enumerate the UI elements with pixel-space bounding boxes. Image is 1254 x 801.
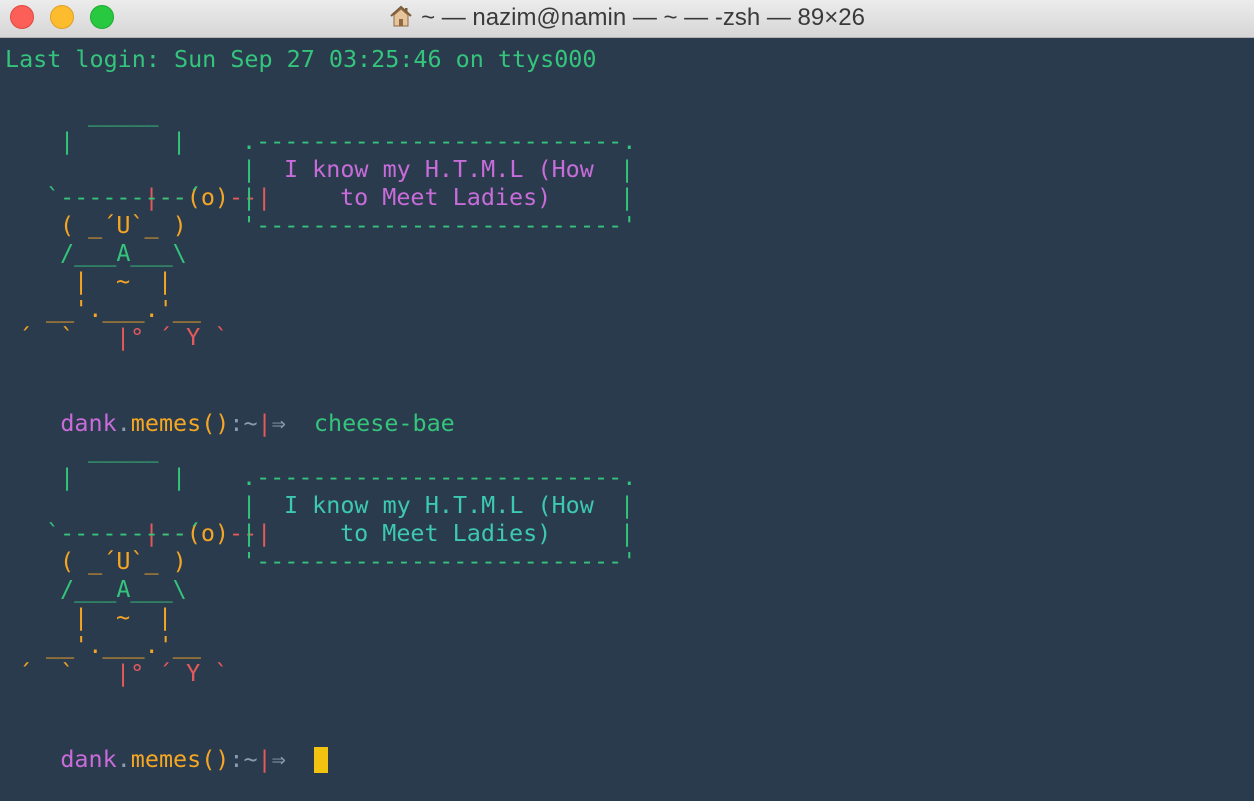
last-login-line: Last login: Sun Sep 27 03:25:46 on ttys0… bbox=[5, 45, 597, 73]
bubble-top: .--------------------------. bbox=[242, 463, 637, 491]
legs: __'.___.'__ bbox=[46, 631, 201, 659]
chin: /___A___\ bbox=[60, 575, 187, 603]
bubble-edge-right: | bbox=[620, 155, 635, 183]
bubble-edge-left: | bbox=[242, 183, 257, 211]
feet-left: ´ ` bbox=[18, 659, 75, 687]
prompt-user: dank bbox=[60, 745, 117, 773]
hat-side-right: | bbox=[172, 463, 187, 491]
face: ( _´U`_ ) bbox=[60, 547, 187, 575]
bubble-line-1: I know my H.T.M.L (How bbox=[284, 155, 594, 183]
bubble-bottom: '--------------------------' bbox=[242, 547, 637, 575]
body-mid: ~ bbox=[116, 603, 131, 631]
bubble-edge-left: | bbox=[242, 155, 257, 183]
prompt-user: dank bbox=[60, 409, 117, 437]
prompt-line-1: dank.memes():~|⇒ cheese-bae bbox=[60, 409, 455, 437]
home-folder-icon bbox=[389, 2, 413, 38]
terminal-output[interactable]: Last login: Sun Sep 27 03:25:46 on ttys0… bbox=[0, 42, 1254, 773]
prompt-host: memes() bbox=[130, 745, 230, 773]
body-right: | bbox=[158, 267, 173, 295]
hat-top: _____ bbox=[88, 435, 159, 463]
feet-right: ´ Y ` bbox=[158, 659, 229, 687]
bubble-line-2: to Meet Ladies) bbox=[340, 183, 552, 211]
hat-band: |--(o)--| bbox=[144, 183, 272, 211]
hat-side-right: | bbox=[172, 127, 187, 155]
body-mid: ~ bbox=[116, 267, 131, 295]
hat-top: _____ bbox=[88, 99, 159, 127]
bubble-edge-left: | bbox=[242, 491, 257, 519]
bubble-edge-right: | bbox=[620, 183, 635, 211]
prompt-path: ~ bbox=[243, 409, 258, 437]
bubble-edge-right: | bbox=[620, 491, 635, 519]
legs: __'.___.'__ bbox=[46, 295, 201, 323]
feet-mid: |° bbox=[116, 323, 145, 351]
body-left: | bbox=[74, 267, 89, 295]
chin: /___A___\ bbox=[60, 239, 187, 267]
hat-side-left: | bbox=[60, 463, 75, 491]
terminal-cursor bbox=[313, 747, 328, 773]
window-title-container: ~ — nazim@namin — ~ — -zsh — 89×26 bbox=[0, 0, 1254, 36]
hat-side-left: | bbox=[60, 127, 75, 155]
bubble-top: .--------------------------. bbox=[242, 127, 637, 155]
prompt-line-2[interactable]: dank.memes():~|⇒ bbox=[4, 717, 328, 773]
hat-band: |--(o)--| bbox=[144, 519, 272, 547]
body-right: | bbox=[158, 603, 173, 631]
prompt-path: ~ bbox=[243, 745, 258, 773]
window-title: ~ — nazim@namin — ~ — -zsh — 89×26 bbox=[421, 4, 865, 31]
feet-left: ´ ` bbox=[18, 323, 75, 351]
bubble-edge-right: | bbox=[620, 519, 635, 547]
hat-brim: `---------´ bbox=[46, 519, 201, 547]
feet-right: ´ Y ` bbox=[158, 323, 229, 351]
body-left: | bbox=[74, 603, 89, 631]
bubble-line-1: I know my H.T.M.L (How bbox=[284, 491, 594, 519]
command-text: cheese-bae bbox=[313, 409, 455, 437]
feet-mid: |° bbox=[116, 659, 145, 687]
bubble-line-2: to Meet Ladies) bbox=[340, 519, 552, 547]
face: ( _´U`_ ) bbox=[60, 211, 187, 239]
prompt-host: memes() bbox=[130, 409, 230, 437]
bubble-bottom: '--------------------------' bbox=[242, 211, 637, 239]
bubble-edge-left: | bbox=[242, 519, 257, 547]
hat-brim: `---------´ bbox=[46, 183, 201, 211]
title-bar: ~ — nazim@namin — ~ — -zsh — 89×26 bbox=[0, 0, 1254, 38]
